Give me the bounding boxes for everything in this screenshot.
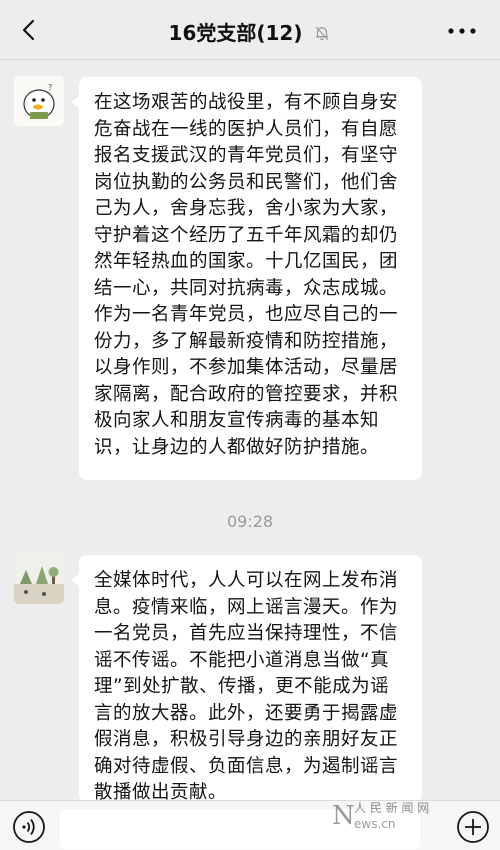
chat-title: 16党支部(12) (168, 21, 303, 45)
message-bubble[interactable]: 在这场艰苦的战役里，有不顾自身安危奋战在一线的医护人员们，有自愿报名支援武汉的青… (71, 77, 422, 480)
chat-header: 16党支部(12) (0, 0, 500, 60)
more-dots-icon[interactable] (448, 28, 476, 34)
message-text: 全媒体时代，人人可以在网上发布消息。疫情来临，网上谣言漫天。作为一名党员，首先应… (94, 570, 399, 803)
message-timestamp: 09:28 (226, 512, 274, 531)
message-bubble[interactable]: 全媒体时代，人人可以在网上发布消息。疫情来临，网上谣言漫天。作为一名党员，首先应… (71, 555, 422, 803)
bell-muted-icon (316, 26, 329, 41)
message-text: 在这场艰苦的战役里，有不顾自身安危奋战在一线的医护人员们，有自愿报名支援武汉的青… (94, 92, 399, 458)
voice-icon[interactable] (12, 810, 46, 844)
landscape-photo-avatar-icon (14, 554, 64, 604)
sender-avatar[interactable] (14, 554, 64, 604)
plus-circle-icon[interactable] (456, 810, 490, 844)
message-input[interactable] (60, 809, 420, 849)
chat-title-group: 16党支部(12) (0, 17, 500, 46)
svg-text:?: ? (48, 83, 52, 92)
chat-input-bar (0, 800, 500, 850)
sender-avatar[interactable]: ? (14, 76, 64, 126)
cartoon-duck-avatar-icon: ? (14, 76, 64, 126)
